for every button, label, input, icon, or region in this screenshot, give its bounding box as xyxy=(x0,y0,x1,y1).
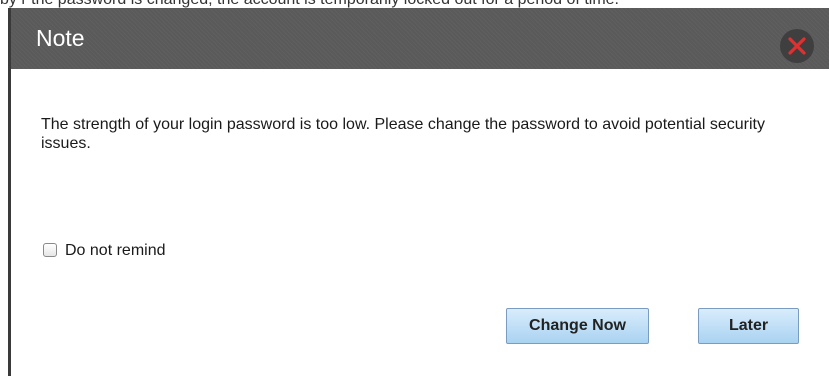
do-not-remind-row: Do not remind xyxy=(43,240,166,260)
change-now-button[interactable]: Change Now xyxy=(506,308,649,344)
dialog-title: Note xyxy=(36,25,85,51)
do-not-remind-label[interactable]: Do not remind xyxy=(65,241,166,260)
dialog-message: The strength of your login password is t… xyxy=(41,116,765,152)
close-icon xyxy=(788,37,806,55)
close-button[interactable] xyxy=(780,29,814,63)
background-page-text: by r the password is changed, the accoun… xyxy=(0,0,829,8)
background-text-fragment: by r the password is changed, the accoun… xyxy=(0,0,619,8)
later-button[interactable]: Later xyxy=(698,308,799,344)
note-dialog: Note The strength of your login password… xyxy=(8,8,829,376)
do-not-remind-checkbox[interactable] xyxy=(43,243,57,257)
dialog-titlebar: Note xyxy=(11,8,829,69)
